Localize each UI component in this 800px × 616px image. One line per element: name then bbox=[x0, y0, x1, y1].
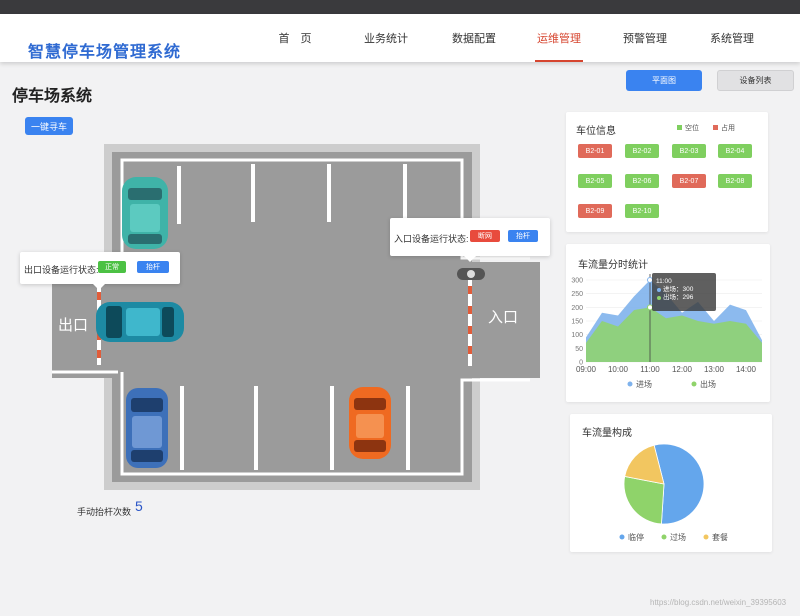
legend-free-label: 空位 bbox=[685, 125, 699, 132]
nav-system[interactable]: 系统管理 bbox=[706, 14, 758, 62]
tooltip-line: 进场：300 bbox=[663, 284, 694, 293]
floorplan-view-button[interactable]: 平面图 bbox=[626, 70, 702, 91]
y-tick-label: 150 bbox=[571, 319, 583, 326]
parking-slot-b2-07[interactable]: B2-07 bbox=[672, 174, 706, 188]
pie-legend-dot bbox=[703, 534, 709, 540]
car-teal-exit bbox=[96, 302, 184, 342]
exit-lift-button[interactable]: 抬杆 bbox=[137, 261, 169, 273]
x-tick-label: 12:00 bbox=[672, 365, 693, 374]
x-tick-label: 09:00 bbox=[576, 365, 597, 374]
parking-slot-b2-02[interactable]: B2-02 bbox=[625, 144, 659, 158]
x-tick-label: 13:00 bbox=[704, 365, 725, 374]
car-orange-bottom bbox=[349, 387, 391, 459]
y-tick-label: 200 bbox=[571, 305, 583, 312]
manual-lift-label: 手动抬杆次数 bbox=[77, 507, 132, 517]
x-tick-label: 10:00 bbox=[608, 365, 629, 374]
pie-legend-dot bbox=[619, 534, 625, 540]
pie-slice-1 bbox=[623, 475, 665, 525]
entry-device-status: 入口设备运行状态: 断网 抬杆 bbox=[390, 218, 550, 256]
parking-slots-title: 车位信息 bbox=[576, 126, 616, 137]
entry-lift-button[interactable]: 抬杆 bbox=[508, 230, 538, 242]
exit-label: 出口 bbox=[58, 317, 88, 334]
exit-status-label: 出口设备运行状态: bbox=[24, 265, 99, 275]
legend-free-swatch bbox=[677, 125, 682, 130]
parking-slot-b2-01[interactable]: B2-01 bbox=[578, 144, 612, 158]
pie-legend-label: 过场 bbox=[670, 532, 686, 542]
tooltip-line: 出场：296 bbox=[663, 292, 694, 301]
x-tick-label: 14:00 bbox=[736, 365, 757, 374]
entry-label: 入口 bbox=[488, 309, 518, 326]
pie-legend-dot bbox=[661, 534, 667, 540]
entry-status-label: 入口设备运行状态: bbox=[394, 234, 469, 244]
tooltip-line: 11:00 bbox=[656, 278, 672, 285]
parking-slot-b2-08[interactable]: B2-08 bbox=[718, 174, 752, 188]
legend-used-swatch bbox=[713, 125, 718, 130]
pie-legend-label: 临停 bbox=[628, 532, 644, 542]
traffic-composition-chart: 临停 过场 套餐 bbox=[619, 443, 728, 542]
watermark: https://blog.csdn.net/weixin_39395603 bbox=[650, 598, 787, 607]
parking-slot-b2-03[interactable]: B2-03 bbox=[672, 144, 706, 158]
exit-status-badge: 正常 bbox=[98, 261, 126, 273]
pie-legend-label: 套餐 bbox=[712, 532, 728, 542]
exit-device-status: 出口设备运行状态: 正常 抬杆 bbox=[20, 252, 180, 284]
y-tick-label: 300 bbox=[571, 278, 583, 285]
parking-slot-b2-04[interactable]: B2-04 bbox=[718, 144, 752, 158]
legend-label: 出场 bbox=[700, 379, 716, 389]
entry-status-badge: 断网 bbox=[470, 230, 500, 242]
y-tick-label: 250 bbox=[571, 291, 583, 298]
y-tick-label: 100 bbox=[571, 332, 583, 339]
device-list-button[interactable]: 设备列表 bbox=[717, 70, 794, 91]
nav-alerts[interactable]: 预警管理 bbox=[620, 14, 670, 62]
legend-dot bbox=[627, 381, 633, 387]
hourly-traffic-chart: 05010015020025030009:00 10:00 11:00 12:00 13… bbox=[571, 273, 762, 389]
tooltip-point-entry bbox=[647, 277, 653, 283]
parking-slot-b2-06[interactable]: B2-06 bbox=[625, 174, 659, 188]
parking-slots-panel: 车位信息 空位 占用 B2-01 B2-02 B2-03 B2-04 B2-05 B2-0… bbox=[566, 112, 768, 232]
legend-dot bbox=[691, 381, 697, 387]
parking-slot-b2-05[interactable]: B2-05 bbox=[578, 174, 612, 188]
tooltip-point-exit bbox=[647, 304, 653, 311]
x-tick-label: 11:00 bbox=[640, 365, 660, 374]
parking-slot-b2-09[interactable]: B2-09 bbox=[578, 204, 612, 218]
car-teal-top bbox=[122, 177, 168, 249]
legend-used-label: 占用 bbox=[721, 125, 735, 132]
legend-label: 进场 bbox=[636, 380, 652, 389]
manual-lift-count: 5 bbox=[135, 498, 143, 514]
car-blue-bottom bbox=[126, 388, 168, 468]
y-tick-label: 50 bbox=[575, 346, 583, 353]
parking-slot-b2-10[interactable]: B2-10 bbox=[625, 204, 659, 218]
